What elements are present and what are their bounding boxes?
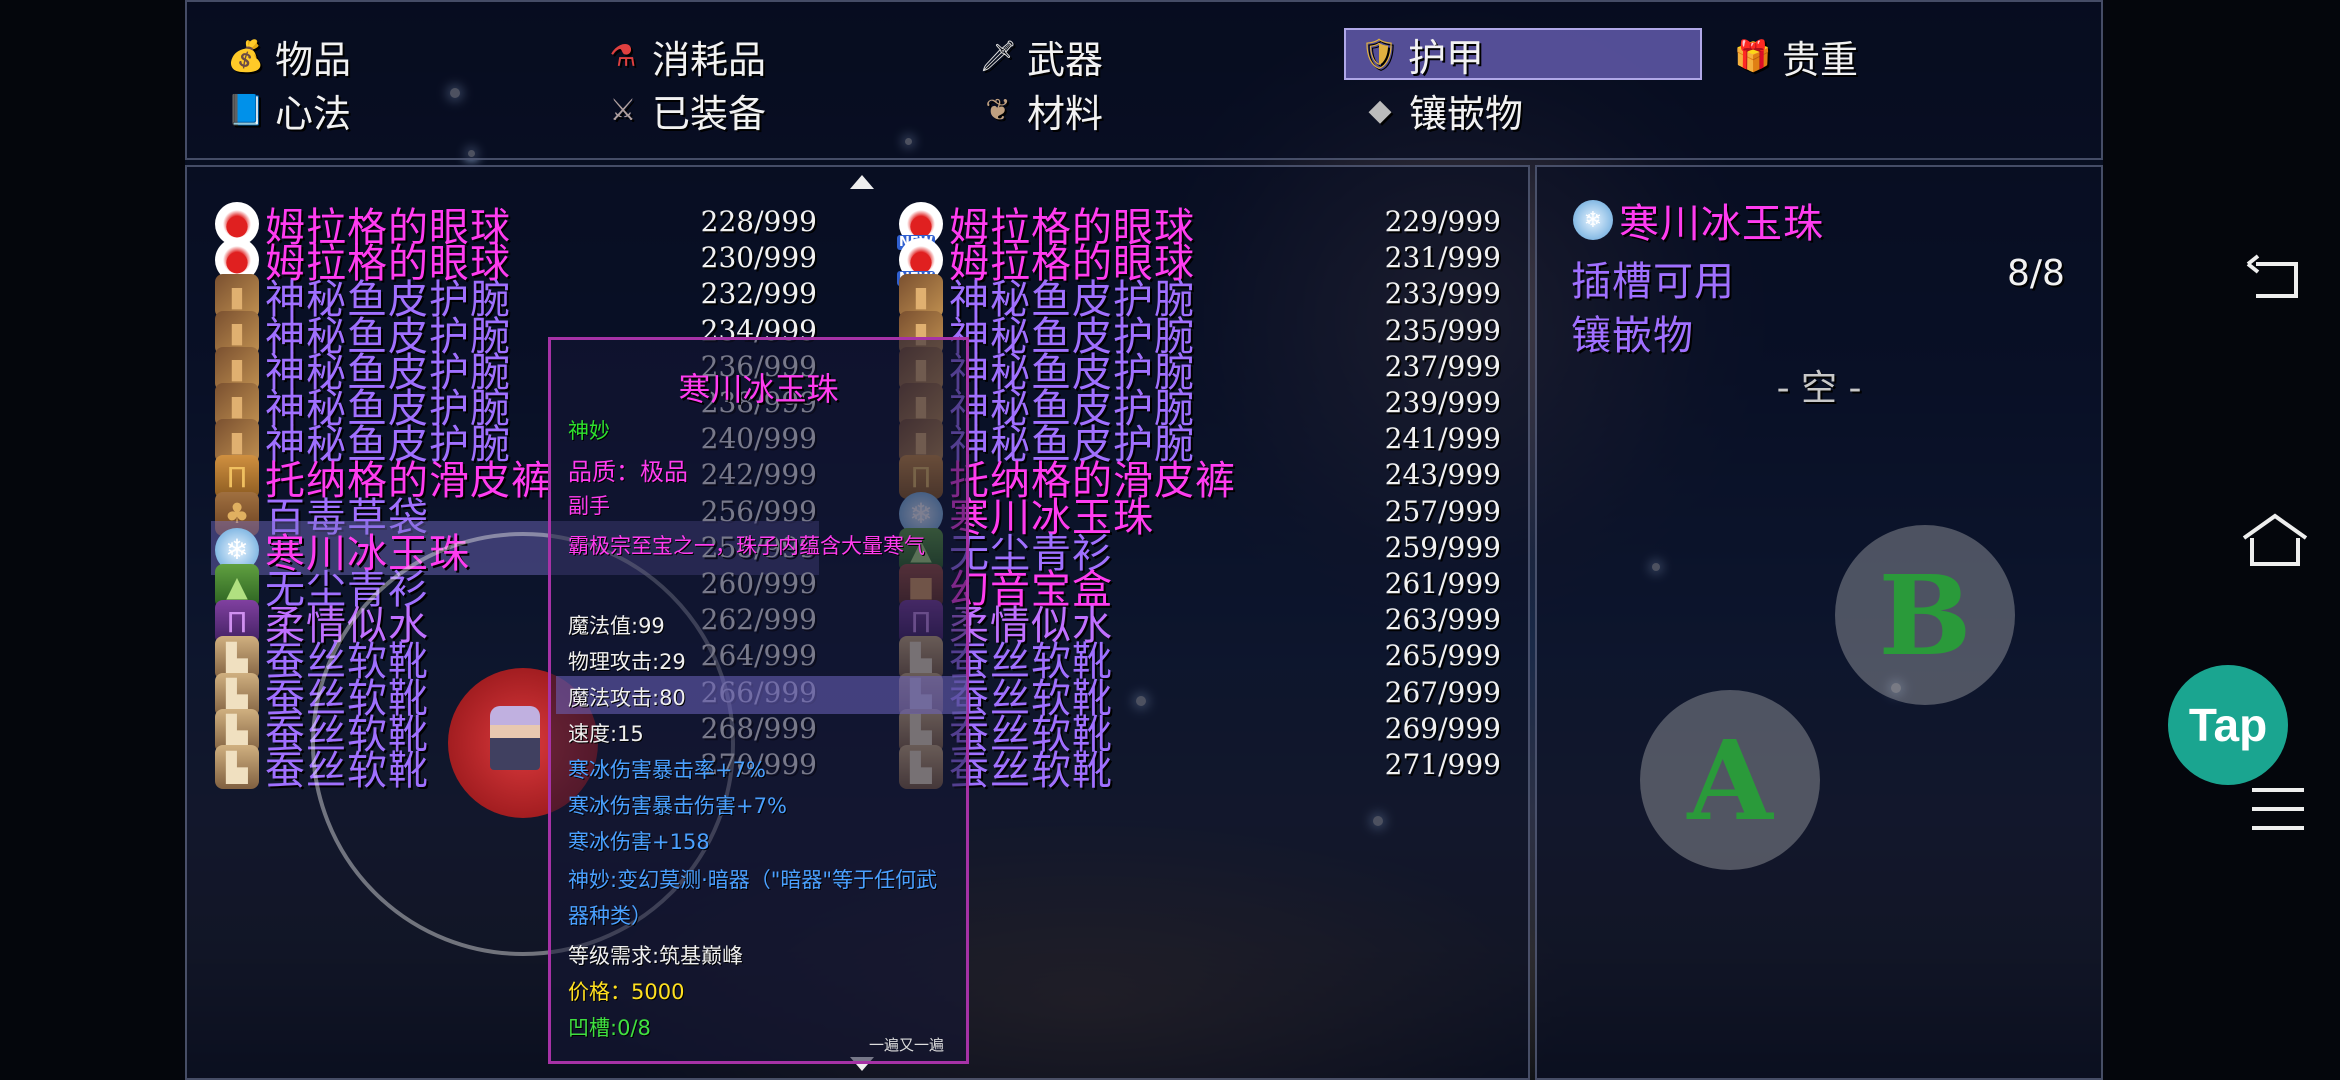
item-count: 229/999 bbox=[1384, 205, 1501, 238]
item-count: 233/999 bbox=[1384, 277, 1501, 311]
potion-icon: ⚗ bbox=[609, 38, 637, 74]
tab-weapons[interactable]: 🗡 武器 bbox=[977, 30, 1103, 82]
item-count: 263/999 bbox=[1384, 603, 1501, 637]
back-icon[interactable] bbox=[2246, 250, 2306, 323]
treasure-chest-icon: 🎁 bbox=[1734, 38, 1772, 74]
game-screen: 💰 物品 ⚗ 消耗品 🗡 武器 🛡 护甲 🎁 贵重 📘 心法 ⚔ 已装备 ❦ 材… bbox=[185, 0, 2103, 1080]
item-count: 259/999 bbox=[1384, 530, 1501, 564]
item-count: 271/999 bbox=[1384, 748, 1501, 781]
tooltip-footer: 一遍又一遍 bbox=[868, 1036, 944, 1054]
tooltip-title: 寒川冰玉珠 bbox=[678, 370, 839, 408]
slots-label: 插槽可用 bbox=[1571, 259, 1735, 305]
tab-label: 镶嵌物 bbox=[1409, 91, 1524, 136]
tooltip-slot: 副手 bbox=[568, 494, 610, 518]
player-character-sprite bbox=[490, 706, 540, 770]
tooltip-bonus: 寒冰伤害暴击率+7% bbox=[568, 758, 766, 782]
tab-materials[interactable]: ❦ 材料 bbox=[977, 84, 1103, 136]
tap-label: Tap bbox=[2188, 699, 2268, 751]
empty-gem-slot: - 空 - bbox=[1776, 368, 1862, 409]
tooltip-description: 霸极宗至宝之一，珠子内蕴含大量寒气 bbox=[568, 534, 925, 558]
book-icon: 📘 bbox=[227, 92, 265, 128]
tooltip-stat: 魔法攻击:80 bbox=[568, 686, 686, 710]
gem-stone-icon: ◆ bbox=[1368, 92, 1392, 128]
a-button[interactable]: A bbox=[1640, 690, 1820, 870]
slots-value: 8/8 bbox=[2007, 253, 2065, 294]
item-count: 237/999 bbox=[1384, 349, 1501, 383]
money-bag-icon: 💰 bbox=[227, 38, 265, 74]
tooltip-bonus: 神妙:变幻莫测·暗器（"暗器"等于任何武器种类） bbox=[568, 868, 938, 928]
tab-label: 心法 bbox=[275, 91, 352, 136]
tooltip-sockets: 凹槽:0/8 bbox=[568, 1016, 651, 1040]
tab-skills[interactable]: 📘 心法 bbox=[225, 84, 351, 136]
sword-icon: 🗡 bbox=[978, 38, 1018, 74]
item-count: 239/999 bbox=[1384, 386, 1501, 419]
tooltip-price: 价格：5000 bbox=[568, 980, 685, 1004]
item-count: 265/999 bbox=[1384, 639, 1501, 673]
tap-floating-button[interactable]: Tap bbox=[2168, 665, 2288, 785]
detail-item-header: ❄ 寒川冰玉珠 bbox=[1573, 191, 1824, 249]
tooltip-bonus: 寒冰伤害暴击伤害+7% bbox=[568, 794, 787, 818]
item-count: 230/999 bbox=[700, 241, 817, 275]
item-count: 257/999 bbox=[1384, 494, 1501, 528]
equipped-icon: ⚔ bbox=[609, 92, 637, 128]
item-count: 231/999 bbox=[1384, 241, 1501, 275]
tab-armor[interactable]: 🛡 护甲 bbox=[1344, 28, 1702, 80]
ice-orb-icon: ❄ bbox=[1573, 200, 1613, 240]
item-count: 228/999 bbox=[700, 205, 817, 238]
tab-equipped[interactable]: ⚔ 已装备 bbox=[602, 84, 766, 136]
tab-gems[interactable]: ◆ 镶嵌物 bbox=[1359, 84, 1523, 136]
b-button-label: B bbox=[1878, 550, 1972, 680]
item-count: 241/999 bbox=[1384, 422, 1501, 456]
tab-label: 武器 bbox=[1027, 37, 1104, 82]
tab-label: 材料 bbox=[1027, 91, 1104, 136]
tab-items[interactable]: 💰 物品 bbox=[225, 30, 351, 82]
item-count: 261/999 bbox=[1384, 567, 1501, 600]
item-count: 243/999 bbox=[1384, 458, 1501, 492]
detail-item-name: 寒川冰玉珠 bbox=[1619, 201, 1824, 247]
item-count: 269/999 bbox=[1384, 711, 1501, 745]
boots-icon: ▙ bbox=[215, 745, 259, 789]
tab-valuables[interactable]: 🎁 贵重 bbox=[1732, 30, 1858, 82]
tooltip-stat: 魔法值:99 bbox=[568, 614, 665, 638]
tab-label: 已装备 bbox=[652, 91, 767, 136]
tooltip-stat: 物理攻击:29 bbox=[568, 650, 686, 674]
item-count: 232/999 bbox=[700, 277, 817, 311]
b-button[interactable]: B bbox=[1835, 525, 2015, 705]
item-name: 蚕丝软靴 bbox=[949, 748, 1113, 794]
material-icon: ❦ bbox=[985, 92, 1011, 128]
home-icon[interactable] bbox=[2240, 510, 2310, 583]
gems-label: 镶嵌物 bbox=[1571, 313, 1694, 359]
tooltip-quality: 品质：极品 bbox=[568, 458, 688, 486]
menu-icon[interactable] bbox=[2250, 785, 2306, 845]
tooltip-bonus: 寒冰伤害+158 bbox=[568, 830, 710, 854]
tab-label: 消耗品 bbox=[652, 37, 767, 82]
tab-label: 物品 bbox=[275, 37, 352, 82]
category-tab-bar: 💰 物品 ⚗ 消耗品 🗡 武器 🛡 护甲 🎁 贵重 📘 心法 ⚔ 已装备 ❦ 材… bbox=[185, 0, 2103, 160]
tooltip-requirement: 等级需求:筑基巅峰 bbox=[568, 944, 744, 968]
tab-consumables[interactable]: ⚗ 消耗品 bbox=[602, 30, 766, 82]
a-button-label: A bbox=[1687, 715, 1773, 845]
shield-icon: 🛡 bbox=[1359, 36, 1399, 72]
scroll-up-arrow-icon[interactable] bbox=[850, 175, 874, 189]
item-count: 267/999 bbox=[1384, 675, 1501, 709]
tooltip-rarity: 神妙 bbox=[568, 419, 610, 443]
tab-label: 贵重 bbox=[1782, 37, 1859, 82]
item-count: 235/999 bbox=[1384, 313, 1501, 347]
item-detail-panel: ❄ 寒川冰玉珠 插槽可用 8/8 镶嵌物 - 空 - bbox=[1535, 165, 2103, 1080]
tab-label: 护甲 bbox=[1408, 35, 1485, 80]
tooltip-stat: 速度:15 bbox=[568, 722, 644, 746]
item-tooltip: 寒川冰玉珠 神妙 品质：极品 副手 霸极宗至宝之一，珠子内蕴含大量寒气 魔法值:… bbox=[548, 337, 969, 1064]
